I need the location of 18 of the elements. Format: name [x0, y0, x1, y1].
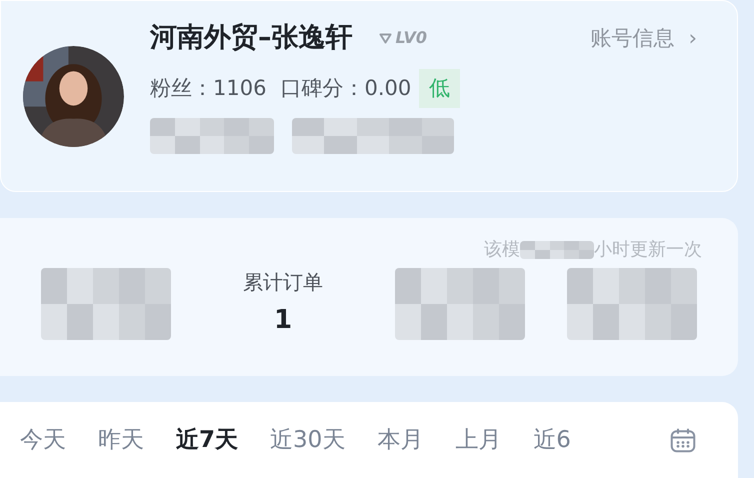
date-tab[interactable]: 本月: [377, 422, 424, 458]
date-tab[interactable]: 今天: [20, 422, 66, 458]
date-tab[interactable]: 近7天: [176, 422, 238, 458]
fans-count: 粉丝：1106: [150, 74, 266, 102]
level-label: LV0: [396, 27, 428, 50]
stat-value: 1: [274, 304, 292, 337]
date-tab[interactable]: 上月: [455, 422, 502, 458]
update-note: 该模: [484, 238, 520, 262]
account-info-link[interactable]: 账号信息 ›: [590, 22, 697, 54]
update-note: 小时更新一次: [594, 238, 702, 262]
reputation-score: 口碑分：0.00: [280, 74, 412, 102]
date-tab[interactable]: 昨天: [98, 422, 144, 458]
rating-badge: 低: [419, 68, 460, 108]
date-tab[interactable]: 近6: [533, 422, 571, 458]
date-tab[interactable]: 近30天: [270, 422, 346, 458]
triangle-icon: [378, 32, 392, 44]
account-name: 河南外贸–张逸轩: [150, 21, 352, 55]
stat-label: 累计订单: [243, 269, 323, 296]
